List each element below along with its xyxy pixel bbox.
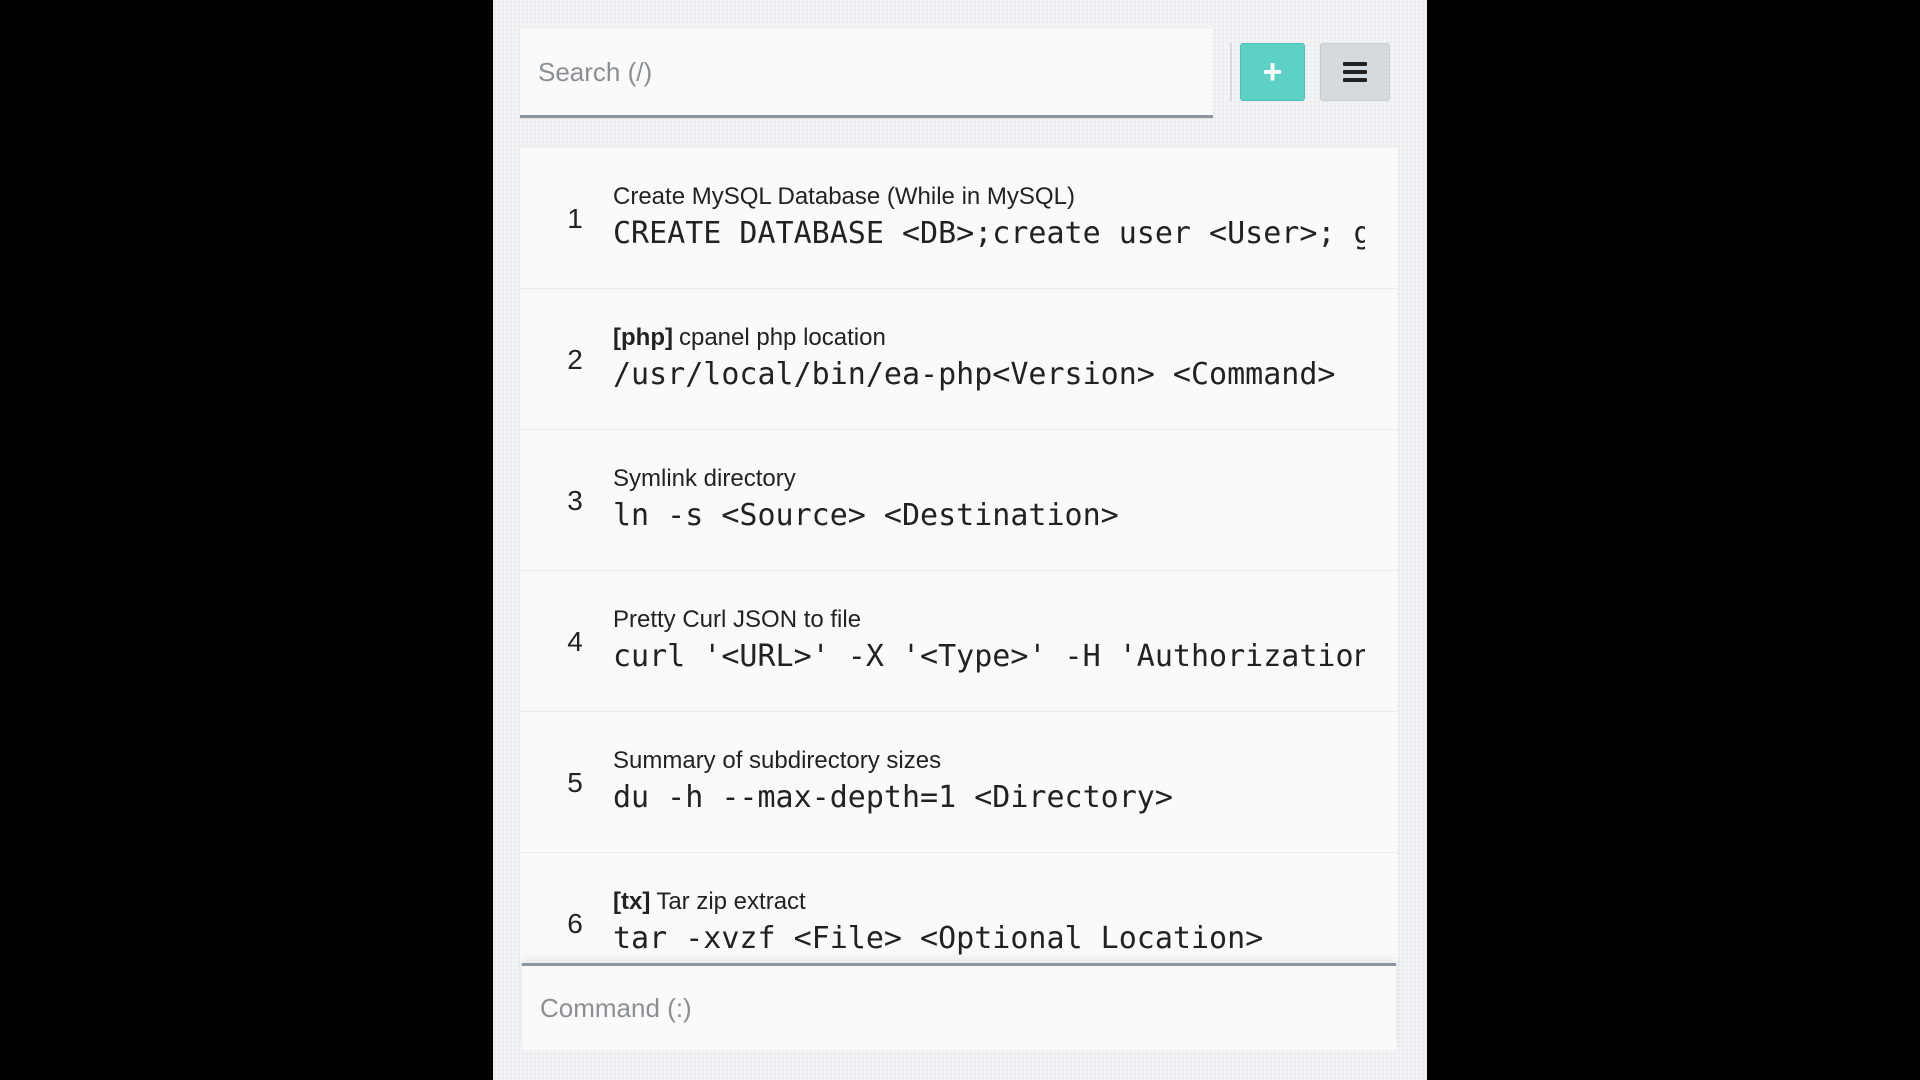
list-item[interactable]: 6 [tx] Tar zip extract tar -xvzf <File> <… [520, 853, 1398, 963]
list-item[interactable]: 3 Symlink directory ln -s <Source> <Dest… [520, 430, 1398, 571]
item-tag: [tx] [613, 888, 651, 915]
item-title: [php] cpanel php location [613, 323, 1365, 353]
menu-button[interactable] [1320, 43, 1390, 101]
top-bar: + [520, 29, 1390, 119]
item-title: Pretty Curl JSON to file [613, 605, 1365, 635]
item-command: ln -s <Source> <Destination> [613, 498, 1119, 533]
list-item[interactable]: 1 Create MySQL Database (While in MySQL)… [520, 148, 1398, 289]
plus-icon: + [1262, 52, 1283, 91]
item-title-text: Summary of subdirectory sizes [613, 747, 942, 774]
toolbar-divider [1230, 43, 1232, 101]
list-item[interactable]: 5 Summary of subdirectory sizes du -h --… [520, 712, 1398, 853]
hamburger-menu-icon [1343, 62, 1367, 82]
item-number: 3 [567, 484, 583, 516]
item-title: Symlink directory [613, 464, 1365, 494]
list-item[interactable]: 2 [php] cpanel php location /usr/local/bi… [520, 289, 1398, 430]
item-number: 5 [567, 766, 583, 798]
add-snippet-button[interactable]: + [1240, 43, 1305, 101]
item-title-text: Pretty Curl JSON to file [613, 606, 862, 633]
item-title-text: Create MySQL Database (While in MySQL) [613, 183, 1075, 210]
item-number: 6 [567, 907, 583, 939]
snippet-list: 1 Create MySQL Database (While in MySQL)… [520, 148, 1398, 963]
item-title-text: cpanel php location [678, 324, 886, 351]
list-item[interactable]: 4 Pretty Curl JSON to file curl '<URL>' … [520, 571, 1398, 712]
item-title: Summary of subdirectory sizes [613, 746, 1365, 776]
item-command: tar -xvzf <File> <Optional Location> [613, 921, 1264, 956]
command-input[interactable] [522, 966, 1396, 1050]
app-window: + 1 Create MySQL Database (While in MySQ… [493, 0, 1427, 1080]
item-title-text: Symlink directory [613, 465, 796, 492]
item-command: du -h --max-depth=1 <Directory> [613, 780, 1173, 815]
item-title-text: Tar zip extract [656, 888, 806, 915]
item-number: 2 [567, 343, 583, 375]
item-title: Create MySQL Database (While in MySQL) [613, 182, 1365, 212]
item-number: 4 [567, 625, 583, 657]
item-number: 1 [567, 202, 583, 234]
item-tag: [php] [613, 324, 673, 351]
item-title: [tx] Tar zip extract [613, 887, 1365, 917]
search-input[interactable] [520, 29, 1213, 115]
item-command: CREATE DATABASE <DB>;create user <User>;… [613, 216, 1365, 251]
item-command: /usr/local/bin/ea-php<Version> <Command> [613, 357, 1336, 392]
command-bar[interactable] [522, 963, 1396, 1050]
search-box[interactable] [520, 29, 1213, 118]
item-command: curl '<URL>' -X '<Type>' -H 'Authorizati… [613, 639, 1365, 674]
